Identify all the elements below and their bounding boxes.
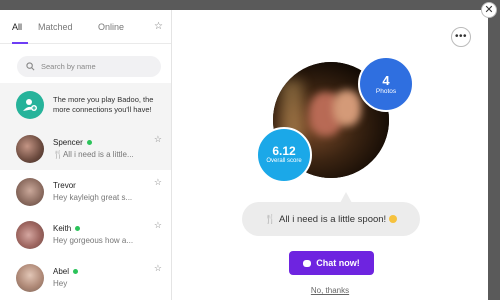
chat-now-button[interactable]: Chat now!	[289, 251, 374, 275]
conversation-item-trevor[interactable]: Trevor Hey kayleigh great s... ☆	[0, 170, 171, 213]
conversation-item-spencer[interactable]: Spencer 🍴All i need is a little... ☆	[0, 127, 171, 170]
score-value: 6.12	[272, 144, 296, 158]
tab-online[interactable]: Online	[98, 22, 138, 32]
profile-message-bubble: 🍴 All i need is a little spoon!	[242, 202, 420, 236]
avatar	[16, 177, 44, 206]
promo-item[interactable]: The more you play Badoo, the more connec…	[0, 83, 171, 127]
favorites-star-icon[interactable]: ☆	[154, 21, 163, 32]
add-connection-icon	[16, 91, 44, 119]
conversation-item-keith[interactable]: Keith Hey gorgeous how a... ☆	[0, 213, 171, 256]
chat-bubble-icon	[303, 259, 312, 267]
online-indicator	[75, 226, 81, 231]
online-indicator	[86, 140, 92, 145]
photos-count: 4	[382, 72, 390, 88]
last-message: Hey kayleigh great s...	[53, 193, 133, 202]
online-indicator	[73, 269, 79, 274]
contact-name: Spencer	[53, 138, 83, 147]
conversation-sidebar: All Matched Online ☆ Search by name The …	[0, 10, 172, 300]
score-label: Overall score	[266, 158, 302, 164]
search-icon	[26, 62, 35, 71]
tab-all[interactable]: All	[12, 22, 38, 32]
favorite-star-icon[interactable]: ☆	[154, 263, 162, 274]
conversation-item-abel[interactable]: Abel Hey ☆	[0, 256, 171, 299]
last-message: 🍴All i need is a little...	[53, 150, 134, 159]
close-button[interactable]: ✕	[481, 2, 497, 18]
avatar	[16, 220, 44, 249]
promo-text: The more you play Badoo, the more connec…	[53, 95, 154, 114]
search-input[interactable]: Search by name	[17, 56, 161, 77]
search-placeholder: Search by name	[41, 62, 96, 71]
active-tab-indicator	[12, 42, 28, 44]
contact-name: Keith	[53, 224, 72, 233]
no-thanks-link[interactable]: No, thanks	[172, 286, 488, 295]
photos-count-badge[interactable]: 4 Photos	[358, 56, 414, 112]
sidebar-tabs: All Matched Online ☆	[0, 10, 171, 44]
avatar	[16, 134, 44, 163]
overall-score-badge: 6.12 Overall score	[256, 127, 312, 183]
chat-now-label: Chat now!	[316, 258, 360, 268]
favorite-star-icon[interactable]: ☆	[154, 134, 162, 145]
profile-panel: ••• 4 Photos 6.12 Overall score 🍴 All i …	[172, 10, 488, 300]
contact-name: Abel	[53, 267, 70, 276]
photos-label: Photos	[375, 87, 397, 95]
avatar	[16, 263, 44, 292]
more-dots-icon: •••	[454, 31, 467, 42]
smile-emoji-icon	[389, 215, 398, 223]
tab-matched[interactable]: Matched	[38, 22, 98, 32]
favorite-star-icon[interactable]: ☆	[154, 177, 162, 188]
more-options-button[interactable]: •••	[451, 27, 471, 47]
profile-message: All i need is a little spoon!	[279, 213, 387, 225]
favorite-star-icon[interactable]: ☆	[154, 220, 162, 231]
contact-name: Trevor	[53, 181, 76, 190]
chat-modal: All Matched Online ☆ Search by name The …	[0, 10, 488, 300]
last-message: Hey	[53, 279, 68, 288]
fork-knife-icon: 🍴	[264, 213, 276, 224]
last-message: Hey gorgeous how a...	[53, 236, 134, 245]
close-icon: ✕	[484, 4, 494, 16]
